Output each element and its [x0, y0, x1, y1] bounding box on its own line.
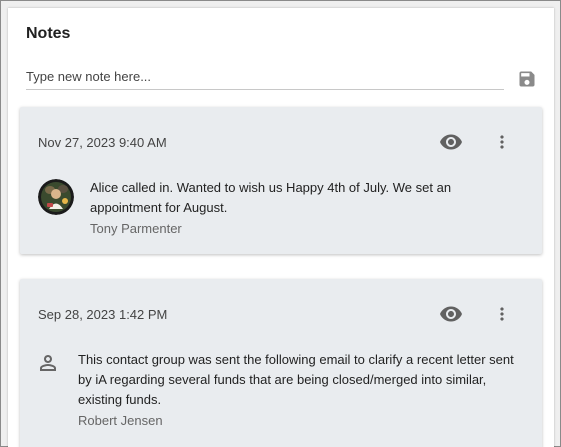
window-frame: Notes Nov 27, 2023 9:40 AM — [0, 0, 561, 447]
note-text: This contact group was sent the followin… — [78, 352, 514, 407]
note-date: Sep 28, 2023 1:42 PM — [38, 307, 168, 322]
more-options-button[interactable] — [492, 131, 512, 153]
note-author: Robert Jensen — [78, 413, 163, 428]
eye-icon — [440, 306, 462, 322]
save-button[interactable] — [516, 68, 538, 90]
note-author: Tony Parmenter — [90, 221, 182, 236]
more-vert-icon — [500, 135, 504, 149]
notes-panel: Notes Nov 27, 2023 9:40 AM — [8, 8, 554, 447]
author-avatar — [38, 179, 74, 215]
note-text: Alice called in. Wanted to wish us Happy… — [90, 180, 452, 215]
note-date: Nov 27, 2023 9:40 AM — [38, 135, 167, 150]
view-button[interactable] — [438, 303, 464, 325]
more-options-button[interactable] — [492, 303, 512, 325]
save-icon — [519, 71, 535, 87]
person-icon — [36, 351, 60, 375]
panel-title: Notes — [26, 25, 71, 42]
note-card: Nov 27, 2023 9:40 AM Alice called in. Wa… — [20, 107, 542, 254]
more-vert-icon — [500, 307, 504, 321]
note-card: Sep 28, 2023 1:42 PM This contact group … — [20, 279, 542, 447]
new-note-input[interactable] — [26, 64, 504, 90]
view-button[interactable] — [438, 131, 464, 153]
eye-icon — [440, 134, 462, 150]
